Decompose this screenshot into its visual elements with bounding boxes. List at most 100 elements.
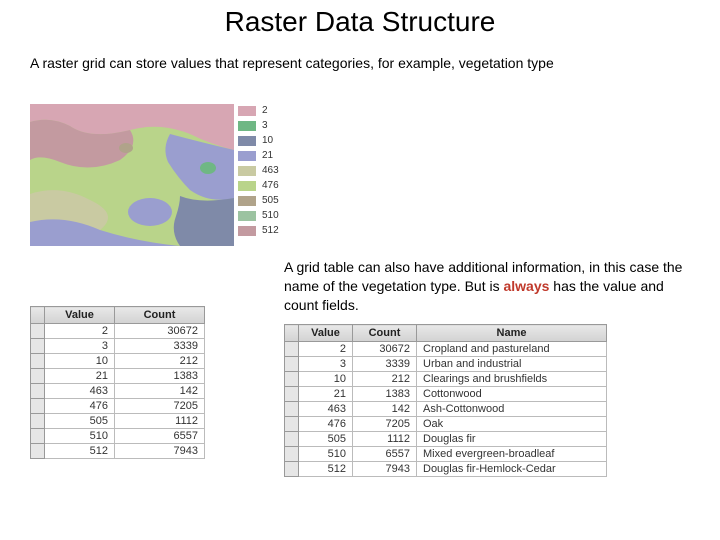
table-cell: 2 <box>45 324 115 339</box>
legend-swatch <box>238 166 256 176</box>
legend-label: 463 <box>262 165 279 176</box>
legend-item: 21 <box>238 149 279 162</box>
table-cell: 30672 <box>115 324 205 339</box>
legend-swatch <box>238 196 256 206</box>
table-cell: 21 <box>299 387 353 402</box>
table-cell: Urban and industrial <box>417 357 607 372</box>
table-cell: 2 <box>299 342 353 357</box>
table-cell: 3 <box>45 339 115 354</box>
table-cell: 7205 <box>353 417 417 432</box>
legend-item: 3 <box>238 119 279 132</box>
value-count-name-table: ValueCountName230672Cropland and pasture… <box>284 324 607 477</box>
table-cell: 6557 <box>353 447 417 462</box>
table-row: 211383Cottonwood <box>285 387 607 402</box>
legend-label: 21 <box>262 150 273 161</box>
table-cell: 142 <box>115 384 205 399</box>
table-row: 5051112Douglas fir <box>285 432 607 447</box>
table-cell: Douglas fir <box>417 432 607 447</box>
column-header: Name <box>417 325 607 342</box>
table-row: 10212 <box>31 354 205 369</box>
table-row: 463142 <box>31 384 205 399</box>
table-cell: 10 <box>45 354 115 369</box>
value-count-table: ValueCount230672333391021221138346314247… <box>30 306 205 459</box>
table-cell: 463 <box>299 402 353 417</box>
table-cell: 7205 <box>115 399 205 414</box>
table-cell: 3 <box>299 357 353 372</box>
table-cell: Oak <box>417 417 607 432</box>
table-cell: Cottonwood <box>417 387 607 402</box>
table-cell: 512 <box>45 444 115 459</box>
legend-label: 10 <box>262 135 273 146</box>
legend-item: 10 <box>238 134 279 147</box>
table-cell: 510 <box>45 429 115 444</box>
table-row: 33339Urban and industrial <box>285 357 607 372</box>
table-row: 5127943 <box>31 444 205 459</box>
legend-swatch <box>238 121 256 131</box>
table-cell: 463 <box>45 384 115 399</box>
table-cell: 21 <box>45 369 115 384</box>
table-cell: 30672 <box>353 342 417 357</box>
table-cell: 6557 <box>115 429 205 444</box>
table-cell: 212 <box>115 354 205 369</box>
table-cell: 7943 <box>115 444 205 459</box>
raster-map-image <box>30 104 234 246</box>
column-header: Count <box>353 325 417 342</box>
table-cell: 1383 <box>353 387 417 402</box>
legend-swatch <box>238 136 256 146</box>
legend-item: 505 <box>238 194 279 207</box>
table-cell: 505 <box>45 414 115 429</box>
legend-item: 476 <box>238 179 279 192</box>
legend-swatch <box>238 181 256 191</box>
legend-label: 2 <box>262 105 268 116</box>
table-row: 463142Ash-Cottonwood <box>285 402 607 417</box>
legend-swatch <box>238 106 256 116</box>
table-cell: 10 <box>299 372 353 387</box>
table-cell: 476 <box>45 399 115 414</box>
table-cell: 142 <box>353 402 417 417</box>
table-row: 230672Cropland and pastureland <box>285 342 607 357</box>
table-cell: 3339 <box>115 339 205 354</box>
paragraph-2: A grid table can also have additional in… <box>284 258 684 315</box>
table-cell: Clearings and brushfields <box>417 372 607 387</box>
legend-item: 510 <box>238 209 279 222</box>
column-header: Value <box>299 325 353 342</box>
legend-label: 505 <box>262 195 279 206</box>
table-row: 5106557Mixed evergreen-broadleaf <box>285 447 607 462</box>
table-cell: 7943 <box>353 462 417 477</box>
table-row: 33339 <box>31 339 205 354</box>
legend-swatch <box>238 226 256 236</box>
table-cell: Douglas fir-Hemlock-Cedar <box>417 462 607 477</box>
table-cell: 476 <box>299 417 353 432</box>
table-cell: 1383 <box>115 369 205 384</box>
table-row: 230672 <box>31 324 205 339</box>
table-row: 4767205Oak <box>285 417 607 432</box>
table-cell: 512 <box>299 462 353 477</box>
page-title: Raster Data Structure <box>0 6 720 38</box>
legend-swatch <box>238 151 256 161</box>
legend-item: 2 <box>238 104 279 117</box>
legend-label: 476 <box>262 180 279 191</box>
table-cell: 505 <box>299 432 353 447</box>
column-header: Count <box>115 307 205 324</box>
legend-item: 512 <box>238 224 279 237</box>
column-header: Value <box>45 307 115 324</box>
table-cell: Ash-Cottonwood <box>417 402 607 417</box>
table-cell: 3339 <box>353 357 417 372</box>
legend-label: 512 <box>262 225 279 236</box>
intro-paragraph: A raster grid can store values that repr… <box>30 54 590 73</box>
table-row: 5127943Douglas fir-Hemlock-Cedar <box>285 462 607 477</box>
map-legend: 2 3 10 21 463 476 505 510 512 <box>238 104 279 239</box>
legend-swatch <box>238 211 256 221</box>
table-cell: 212 <box>353 372 417 387</box>
table-cell: 510 <box>299 447 353 462</box>
table-row: 5106557 <box>31 429 205 444</box>
table-cell: Cropland and pastureland <box>417 342 607 357</box>
table-row: 5051112 <box>31 414 205 429</box>
legend-label: 3 <box>262 120 268 131</box>
para2-highlight: always <box>503 278 549 294</box>
table-row: 10212Clearings and brushfields <box>285 372 607 387</box>
legend-item: 463 <box>238 164 279 177</box>
table-cell: 1112 <box>353 432 417 447</box>
legend-label: 510 <box>262 210 279 221</box>
table-cell: Mixed evergreen-broadleaf <box>417 447 607 462</box>
